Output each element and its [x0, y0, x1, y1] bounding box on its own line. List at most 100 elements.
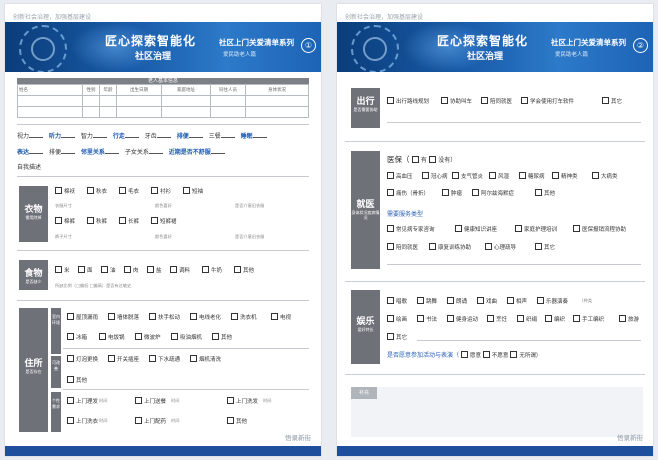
- checkbox-item[interactable]: 相声: [507, 297, 527, 305]
- checkbox-item[interactable]: 下水疏通: [149, 355, 180, 363]
- medical-category: 就医 身体状况疾病情况: [351, 151, 380, 269]
- section-divider: [345, 374, 645, 375]
- checkbox-item[interactable]: 有: [411, 156, 427, 164]
- checkbox-item[interactable]: 其他: [535, 189, 555, 197]
- checkbox-item[interactable]: 油: [101, 266, 116, 274]
- checkbox-item[interactable]: 肿瘤: [442, 189, 462, 197]
- checkbox-item[interactable]: 调料: [170, 266, 190, 274]
- checkbox-item[interactable]: 精神类: [552, 172, 578, 180]
- relation-value: 排便: [48, 149, 61, 156]
- checkbox-item[interactable]: 米: [55, 266, 70, 274]
- checkbox-item[interactable]: 秋衣: [87, 187, 107, 195]
- checkbox-item[interactable]: 秋裤: [87, 217, 107, 225]
- checkbox-item[interactable]: 健身运动: [447, 315, 478, 323]
- checkbox-item[interactable]: 灯泡更换: [67, 355, 98, 363]
- checkbox-item[interactable]: 烹饪: [487, 315, 507, 323]
- checkbox-item[interactable]: 短袖: [183, 187, 203, 195]
- checkbox-item[interactable]: 高血压: [387, 172, 413, 180]
- checkbox-item[interactable]: 康复训练协助: [429, 243, 471, 251]
- checkbox-item[interactable]: 其它: [535, 243, 555, 251]
- checkbox-item[interactable]: 扶手松动: [149, 313, 180, 321]
- checkbox-item[interactable]: 乐器演奏: [537, 297, 568, 305]
- input-line[interactable]: [387, 122, 641, 123]
- checkbox-item[interactable]: 跳舞: [417, 297, 437, 305]
- checkbox-item[interactable]: 手工编织: [573, 315, 604, 323]
- checkbox-item[interactable]: 编织: [545, 315, 565, 323]
- checkbox-item[interactable]: 上门洗发: [227, 397, 258, 405]
- field-label: 是否介意旧衣服: [235, 203, 265, 208]
- checkbox-item[interactable]: 风湿: [489, 172, 509, 180]
- checkbox-item[interactable]: 朗诵: [447, 297, 467, 305]
- checkbox-item[interactable]: 洗衣机: [231, 313, 257, 321]
- checkbox-item[interactable]: 其他: [234, 266, 254, 274]
- checkbox-item[interactable]: 没有）: [429, 156, 456, 164]
- checkbox-item[interactable]: 棉袄: [55, 187, 75, 195]
- checkbox-item[interactable]: 肉: [124, 266, 139, 274]
- banner-subtitle: 社区治理: [467, 52, 504, 62]
- checkbox-item[interactable]: 心理疏导: [485, 243, 516, 251]
- checkbox-item[interactable]: 冠心病: [422, 172, 448, 180]
- checkbox-item[interactable]: 长裤: [119, 217, 139, 225]
- food-category: 食物 是否缺少: [19, 260, 48, 290]
- series-title: 社区上门关爱清单系列: [219, 38, 294, 47]
- input-line[interactable]: [387, 264, 641, 265]
- checkbox-item[interactable]: 吸油烟机: [171, 333, 202, 341]
- checkbox-item[interactable]: 健康知识讲座: [455, 225, 497, 233]
- checkbox-item[interactable]: 不愿意: [482, 351, 508, 359]
- input-line[interactable]: [417, 340, 641, 341]
- checkbox-item[interactable]: 冰箱: [67, 333, 87, 341]
- checkbox-item[interactable]: 屋顶漏雨: [67, 313, 98, 321]
- checkbox-item[interactable]: 其它: [602, 97, 622, 105]
- checkbox-item[interactable]: 电线老化: [190, 313, 221, 321]
- food-title: 食物: [24, 269, 43, 279]
- checkbox-item[interactable]: 戏曲: [477, 297, 497, 305]
- travel-title: 出行: [356, 97, 375, 107]
- checkbox-item[interactable]: 上门理发: [67, 397, 98, 405]
- checkbox-item[interactable]: 织绢: [517, 315, 537, 323]
- checkbox-item[interactable]: 上门配药: [135, 417, 166, 425]
- checkbox-item[interactable]: 医保报销流程协助: [573, 225, 626, 233]
- checkbox-item[interactable]: 电饭锅: [99, 333, 125, 341]
- checkbox-item[interactable]: 绘画: [387, 315, 407, 323]
- checkbox-item[interactable]: 短裤裙: [151, 217, 177, 225]
- checkbox-item[interactable]: 糖尿病: [519, 172, 545, 180]
- checkbox-item[interactable]: 唱歌: [387, 297, 407, 305]
- checkbox-item[interactable]: 其他: [212, 333, 232, 341]
- checkbox-item[interactable]: 书法: [417, 315, 437, 323]
- checkbox-item[interactable]: 棉裤: [55, 217, 75, 225]
- checkbox-item[interactable]: 协助叫车: [441, 97, 472, 105]
- checkbox-item[interactable]: 陪同就医: [481, 97, 512, 105]
- checkbox-item[interactable]: 面: [78, 266, 93, 274]
- checkbox-item[interactable]: 大病类: [592, 172, 618, 180]
- checkbox-item[interactable]: 痛伤（骨折）: [387, 189, 429, 197]
- checkbox-item[interactable]: 阿尔兹海默症: [472, 189, 514, 197]
- checkbox-item[interactable]: 陪同就医: [387, 243, 418, 251]
- checkbox-item[interactable]: 常见病专家咨询: [387, 225, 435, 233]
- checkbox-item[interactable]: 烟机清洗: [190, 355, 221, 363]
- checkbox-item[interactable]: 墙体脱落: [108, 313, 139, 321]
- checkbox-item[interactable]: 无所谓）: [510, 351, 541, 359]
- note-area[interactable]: 补充: [351, 387, 643, 437]
- checkbox-item[interactable]: 旅游: [619, 315, 639, 323]
- checkbox-item[interactable]: 电视: [271, 313, 291, 321]
- checkbox-item[interactable]: 牛奶: [202, 266, 222, 274]
- checkbox-item[interactable]: 其他: [67, 376, 87, 384]
- checkbox-item[interactable]: 支气管炎: [452, 172, 483, 180]
- checkbox-item[interactable]: 出行路线规划: [387, 97, 429, 105]
- series-subtitle: 爱民助老人篇: [223, 52, 257, 58]
- checkbox-item[interactable]: 微波炉: [135, 333, 161, 341]
- checkbox-item[interactable]: 上门送餐: [135, 397, 166, 405]
- clothing-category: 衣物 需用除掉: [19, 186, 48, 242]
- checkbox-item[interactable]: 开关插座: [108, 355, 139, 363]
- field-label: 时间: [171, 418, 180, 423]
- checkbox-item[interactable]: 其它: [387, 333, 407, 341]
- checkbox-item[interactable]: 愿意: [460, 351, 481, 359]
- checkbox-item[interactable]: 上门洗衣: [67, 417, 98, 425]
- table-header: 出生日期: [116, 84, 162, 96]
- checkbox-item[interactable]: 衬衫: [151, 187, 171, 195]
- checkbox-item[interactable]: 学会使用打车软件: [521, 97, 574, 105]
- checkbox-item[interactable]: 家庭护理培训: [515, 225, 557, 233]
- checkbox-item[interactable]: 盐: [147, 266, 162, 274]
- checkbox-item[interactable]: 毛衣: [119, 187, 139, 195]
- checkbox-item[interactable]: 其他: [227, 417, 247, 425]
